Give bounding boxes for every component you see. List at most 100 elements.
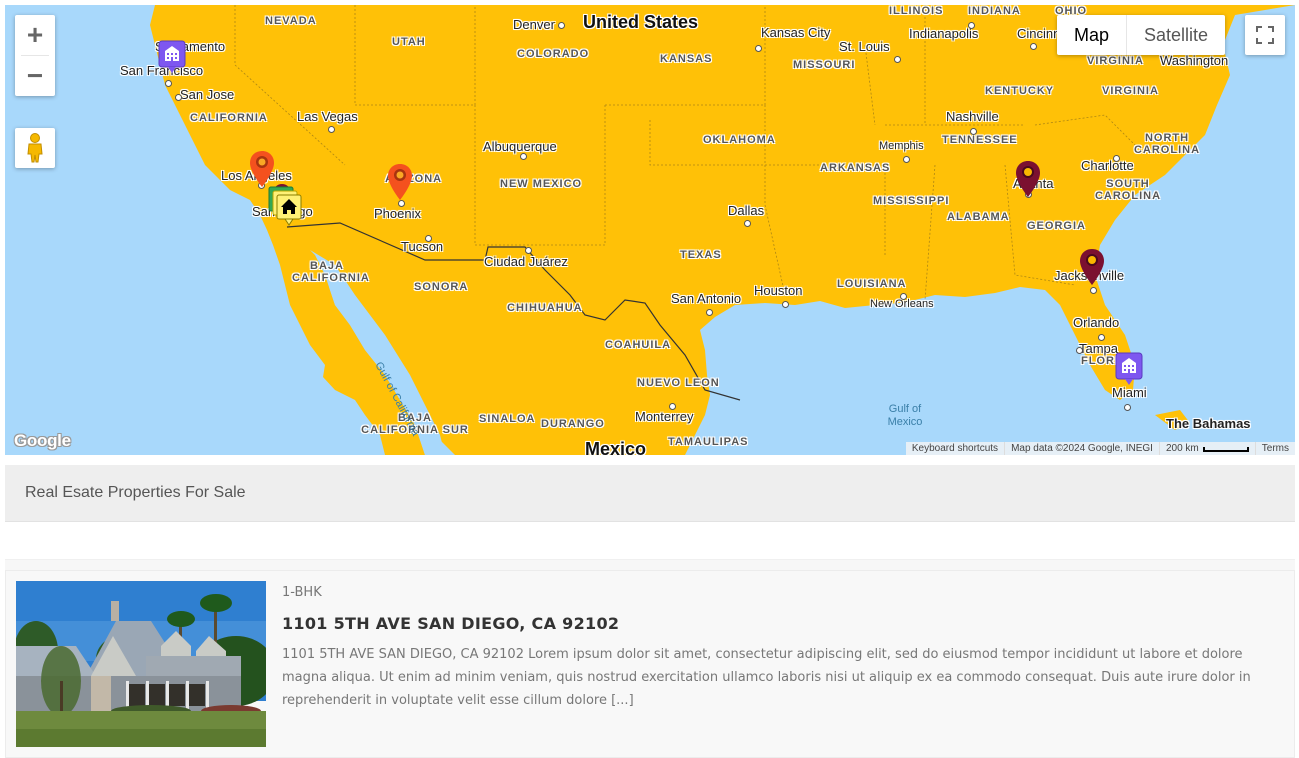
section-title: Real Esate Properties For Sale <box>25 484 246 501</box>
map-data-text: Map data ©2024 Google, INEGI <box>1004 442 1159 455</box>
city-label: Ciudad Juárez <box>484 254 568 269</box>
map-attribution: Keyboard shortcuts Map data ©2024 Google… <box>905 442 1295 455</box>
city-dot <box>970 128 977 135</box>
pin-marker[interactable] <box>1079 248 1105 291</box>
map-type-control: Map Satellite <box>1057 15 1226 55</box>
state-label: NORTH CAROLINA <box>1133 132 1201 156</box>
street-view-pegman-button[interactable] <box>15 128 55 168</box>
city-dot <box>558 22 565 29</box>
scale-label: 200 km <box>1165 443 1199 454</box>
pegman-icon <box>27 133 43 163</box>
city-dot <box>903 156 910 163</box>
city-dot <box>755 45 762 52</box>
state-label: KENTUCKY <box>985 85 1055 97</box>
city-dot <box>165 80 172 87</box>
listing-details: 1-BHK 1101 5TH AVE SAN DIEGO, CA 92102 1… <box>282 585 1274 712</box>
google-logo[interactable]: Google <box>14 431 71 451</box>
state-label: SINALOA <box>479 413 536 425</box>
fullscreen-button[interactable] <box>1245 15 1285 55</box>
map-scale[interactable]: 200 km <box>1158 442 1255 455</box>
state-label: TAMAULIPAS <box>668 436 749 448</box>
city-label: Dallas <box>728 203 765 218</box>
city-label: San Antonio <box>671 291 742 306</box>
city-dot <box>175 94 182 101</box>
pin-marker[interactable] <box>1015 160 1041 203</box>
state-label: SONORA <box>414 281 469 293</box>
zoom-out-button[interactable]: − <box>15 56 55 96</box>
listing-type[interactable]: 1-BHK <box>282 585 1274 600</box>
city-label: Orlando <box>1073 315 1120 330</box>
city-label: The Bahamas <box>1166 416 1251 431</box>
city-dot <box>520 153 527 160</box>
state-label: INDIANA <box>968 5 1021 17</box>
city-dot <box>1098 334 1105 341</box>
zoom-in-button[interactable]: + <box>15 15 55 55</box>
city-dot <box>894 56 901 63</box>
scale-bar <box>1202 446 1249 452</box>
property-image[interactable] <box>16 581 266 747</box>
zoom-control: + − <box>15 15 55 96</box>
state-label: COLORADO <box>517 48 590 60</box>
city-dot <box>744 220 751 227</box>
city-dot <box>706 309 713 316</box>
building-marker[interactable] <box>1115 352 1143 391</box>
state-label: UTAH <box>392 36 426 48</box>
city-dot <box>1113 155 1120 162</box>
city-label: Kansas City <box>761 25 831 40</box>
section-header: Real Esate Properties For Sale <box>5 465 1295 522</box>
fullscreen-icon <box>1256 26 1274 44</box>
state-label: ALABAMA <box>947 211 1010 223</box>
map-type-satellite-button[interactable]: Satellite <box>1126 15 1225 55</box>
state-label: LOUISIANA <box>837 278 907 290</box>
state-label: ILLINOIS <box>889 5 944 17</box>
city-dot <box>1076 347 1083 354</box>
listing-title[interactable]: 1101 5TH AVE SAN DIEGO, CA 92102 <box>282 614 1274 633</box>
city-dot <box>525 247 532 254</box>
state-label: GEORGIA <box>1027 220 1086 232</box>
state-label: BAJA CALIFORNIA <box>292 260 370 284</box>
state-label: CALIFORNIA <box>190 112 268 124</box>
city-label: Tucson <box>401 239 444 254</box>
building-marker[interactable] <box>158 40 186 79</box>
city-label: Charlotte <box>1081 158 1134 173</box>
terms-link[interactable]: Terms <box>1254 442 1295 455</box>
state-label: OKLAHOMA <box>703 134 776 146</box>
state-label: MISSISSIPPI <box>873 195 950 207</box>
country-label: United States <box>583 12 699 32</box>
city-label: Houston <box>754 283 803 298</box>
map[interactable]: United States Mexico NEVADA UTAH COLORAD… <box>5 5 1295 455</box>
country-label: Mexico <box>585 439 647 455</box>
city-label: San Jose <box>180 87 235 102</box>
city-label: Phoenix <box>374 206 421 221</box>
city-dot <box>328 126 335 133</box>
state-label: ARKANSAS <box>820 162 891 174</box>
city-dot <box>425 235 432 242</box>
city-dot <box>900 293 907 300</box>
state-label: VIRGINIA <box>1102 85 1159 97</box>
city-label: Indianapolis <box>909 26 979 41</box>
city-label: Tampa <box>1079 341 1119 356</box>
state-label: COAHUILA <box>605 339 672 351</box>
state-label: KANSAS <box>660 53 713 65</box>
water-label: Gulf of Mexico <box>887 403 923 428</box>
city-dot <box>669 403 676 410</box>
state-label: NEW MEXICO <box>500 178 583 190</box>
listing-excerpt: 1101 5TH AVE SAN DIEGO, CA 92102 Lorem i… <box>282 647 1251 708</box>
listing-card[interactable]: 1-BHK 1101 5TH AVE SAN DIEGO, CA 92102 1… <box>5 570 1295 758</box>
city-label: Monterrey <box>635 409 694 424</box>
state-label: CHIHUAHUA <box>507 302 583 314</box>
state-label: TENNESSEE <box>942 134 1018 146</box>
state-label: VIRGINIA <box>1087 55 1144 67</box>
city-label: Denver <box>513 17 555 32</box>
state-label: SOUTH CAROLINA <box>1094 178 1162 202</box>
pin-marker[interactable] <box>387 163 413 206</box>
state-label: NUEVO LEON <box>637 377 720 389</box>
city-label: Washington <box>1160 53 1229 68</box>
city-dot <box>782 301 789 308</box>
map-type-map-button[interactable]: Map <box>1057 15 1126 55</box>
city-label: Las Vegas <box>297 109 358 124</box>
cluster-marker[interactable] <box>268 183 308 234</box>
city-label: Memphis <box>879 140 924 152</box>
keyboard-shortcuts-link[interactable]: Keyboard shortcuts <box>906 442 1004 455</box>
listings-container: 1-BHK 1101 5TH AVE SAN DIEGO, CA 92102 1… <box>5 559 1295 758</box>
